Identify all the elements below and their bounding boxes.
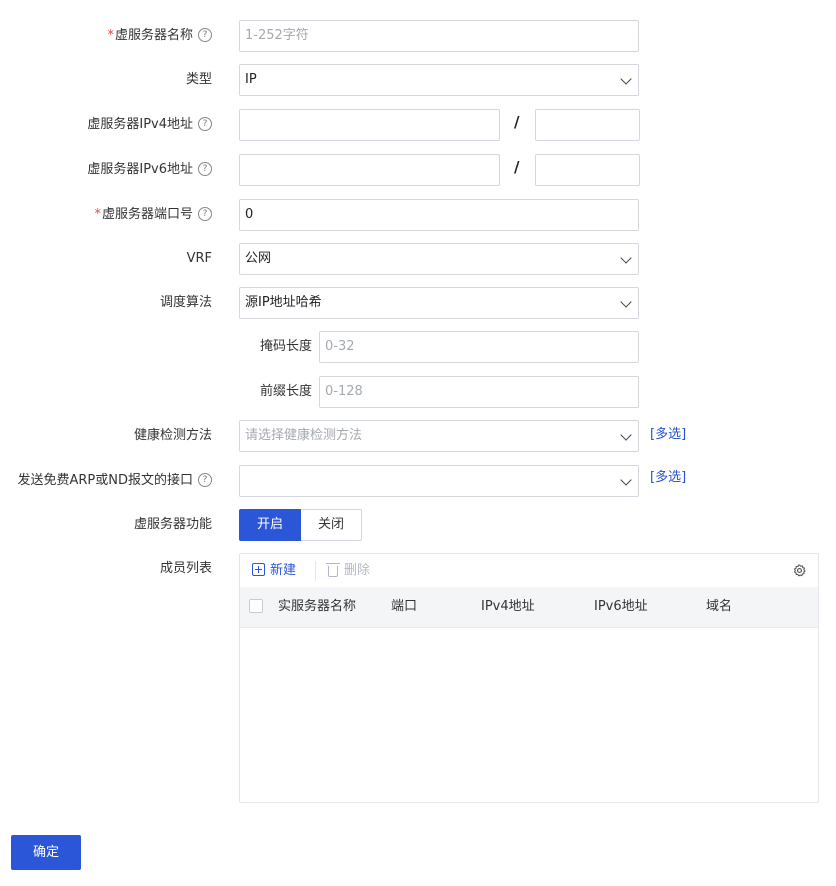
chevron-down-icon [620, 73, 632, 85]
prefix-length-label: 前缀长度 [259, 384, 312, 399]
ipv6-slash: / [514, 158, 520, 176]
row-ipv4: 虚服务器IPv4地址? / [0, 109, 836, 141]
row-ipv6: 虚服务器IPv6地址? / [0, 154, 836, 186]
prefix-length-placeholder: 0-128 [325, 384, 363, 399]
prefix-length-input[interactable]: 0-128 [319, 376, 639, 408]
help-icon[interactable]: ? [198, 27, 212, 42]
row-prefix-length: 前缀长度 0-128 [0, 376, 836, 408]
mask-length-label: 掩码长度 [259, 339, 312, 354]
function-label: 虚服务器功能 [133, 517, 212, 532]
name-label: *虚服务器名称? [107, 20, 212, 52]
port-label: *虚服务器端口号? [94, 199, 212, 231]
row-algorithm: 调度算法 源IP地址哈希 [0, 287, 836, 319]
algorithm-select[interactable]: 源IP地址哈希 [239, 287, 639, 319]
vrf-select[interactable]: 公网 [239, 243, 639, 275]
health-check-label: 健康检测方法 [133, 428, 212, 443]
row-name: *虚服务器名称? 1-252字符 [0, 20, 836, 52]
algorithm-label: 调度算法 [159, 295, 212, 310]
column-header: 域名 [706, 599, 733, 614]
column-header: 实服务器名称 [278, 599, 357, 614]
new-button-label: 新建 [270, 563, 297, 578]
type-label: 类型 [185, 72, 212, 87]
help-icon[interactable]: ? [198, 161, 212, 176]
arp-interface-label: 发送免费ARP或ND报文的接口? [17, 465, 212, 497]
select-all-checkbox[interactable] [249, 599, 263, 613]
chevron-down-icon [620, 296, 632, 308]
new-button[interactable]: 新建 [252, 562, 296, 580]
table-header: 实服务器名称 端口 IPv4地址 IPv6地址 域名 [240, 587, 818, 628]
arp-interface-label-text: 发送免费ARP或ND报文的接口 [17, 473, 193, 488]
delete-button[interactable]: 删除 [326, 562, 371, 580]
members-toolbar: 新建 删除 [240, 554, 818, 588]
column-header: IPv4地址 [481, 599, 535, 614]
name-input[interactable]: 1-252字符 [239, 20, 639, 52]
help-icon[interactable]: ? [198, 472, 212, 487]
confirm-button[interactable]: 确定 [11, 835, 81, 870]
members-table: 新建 删除 实服务器名称 端口 IPv4地址 IPv6地址 域名 [239, 553, 819, 803]
name-label-text: 虚服务器名称 [114, 28, 193, 43]
chevron-down-icon [620, 429, 632, 441]
row-type: 类型 IP [0, 64, 836, 96]
ipv6-label-text: 虚服务器IPv6地址 [87, 162, 193, 177]
ipv6-label: 虚服务器IPv6地址? [87, 154, 212, 186]
row-mask-length: 掩码长度 0-32 [0, 331, 836, 363]
name-placeholder: 1-252字符 [245, 28, 309, 43]
required-mark: * [107, 28, 114, 43]
column-header: IPv6地址 [594, 599, 648, 614]
type-select[interactable]: IP [239, 64, 639, 96]
row-port: *虚服务器端口号? 0 [0, 199, 836, 231]
row-function: 虚服务器功能 开启 关闭 [0, 509, 836, 541]
type-value: IP [245, 72, 257, 87]
column-header: 端口 [391, 599, 418, 614]
ipv6-prefix-input[interactable] [535, 154, 640, 186]
ipv4-label: 虚服务器IPv4地址? [87, 109, 212, 141]
row-arp-interface: 发送免费ARP或ND报文的接口? [多选] [0, 465, 836, 497]
toolbar-divider [315, 561, 316, 581]
ipv4-mask-input[interactable] [535, 109, 640, 141]
ipv6-address-input[interactable] [239, 154, 500, 186]
port-label-text: 虚服务器端口号 [101, 207, 193, 222]
trash-icon [326, 563, 340, 577]
port-input[interactable]: 0 [239, 199, 639, 231]
members-label: 成员列表 [159, 561, 212, 576]
mask-length-input[interactable]: 0-32 [319, 331, 639, 363]
chevron-down-icon [620, 252, 632, 264]
ipv4-address-input[interactable] [239, 109, 500, 141]
ipv4-label-text: 虚服务器IPv4地址 [87, 117, 193, 132]
port-value: 0 [245, 207, 254, 222]
gear-icon[interactable] [793, 564, 806, 577]
health-check-placeholder: 请选择健康检测方法 [245, 428, 363, 443]
row-vrf: VRF 公网 [0, 243, 836, 275]
health-check-select[interactable]: 请选择健康检测方法 [239, 420, 639, 452]
help-icon[interactable]: ? [198, 116, 212, 131]
ipv4-slash: / [514, 113, 520, 131]
algorithm-value: 源IP地址哈希 [245, 295, 322, 310]
arp-interface-multiselect-link[interactable]: [多选] [650, 462, 686, 494]
function-off-button[interactable]: 关闭 [301, 509, 362, 541]
delete-button-label: 删除 [344, 563, 371, 578]
function-on-button[interactable]: 开启 [239, 509, 301, 541]
chevron-down-icon [620, 474, 632, 486]
row-health-check: 健康检测方法 请选择健康检测方法 [多选] [0, 420, 836, 452]
help-icon[interactable]: ? [198, 206, 212, 221]
vrf-label: VRF [186, 251, 212, 266]
mask-length-placeholder: 0-32 [325, 339, 355, 354]
add-icon [252, 563, 265, 576]
health-check-multiselect-link[interactable]: [多选] [650, 419, 686, 451]
arp-interface-select[interactable] [239, 465, 639, 497]
required-mark: * [94, 207, 101, 222]
vrf-value: 公网 [245, 251, 272, 266]
